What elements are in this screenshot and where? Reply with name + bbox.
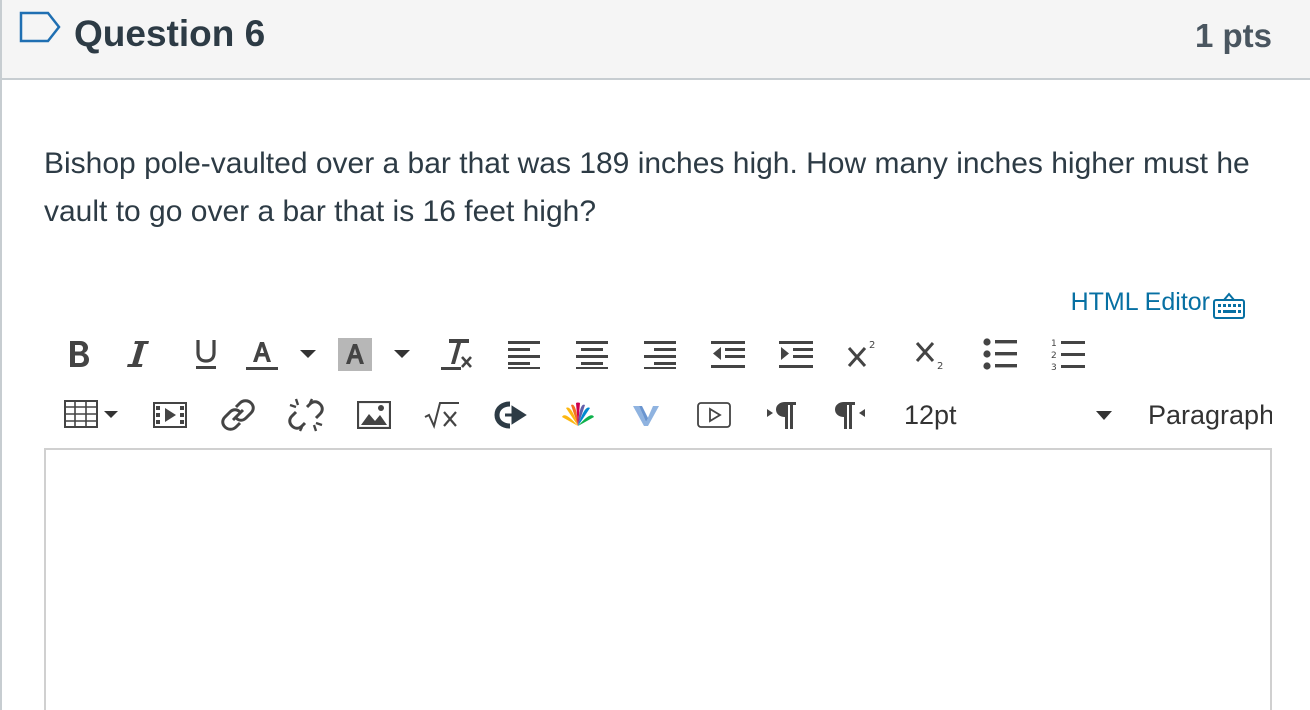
question-text: Bishop pole-vaulted over a bar that was … <box>44 147 1250 228</box>
font-size-value: 12pt <box>904 399 957 430</box>
embed-video-button[interactable] <box>680 393 748 437</box>
bold-icon <box>70 341 89 367</box>
ltr-paragraph-icon <box>767 402 796 429</box>
nbc-learn-icon <box>562 402 594 426</box>
math-equation-button[interactable] <box>408 393 476 437</box>
italic-icon <box>127 341 149 367</box>
question-card: Question 6 1 pts Bishop pole-vaulted ove… <box>0 0 1310 710</box>
italic-button[interactable] <box>104 332 172 376</box>
answer-editor-area[interactable] <box>44 448 1272 710</box>
underline-button[interactable] <box>172 332 240 376</box>
format-value: Paragraph <box>1148 399 1272 430</box>
image-icon <box>357 401 391 429</box>
media-icon <box>153 402 187 428</box>
superscript-icon: 2 <box>847 340 875 367</box>
embed-video-icon <box>697 402 731 428</box>
subscript-icon: 2 <box>915 342 943 371</box>
svg-text:1: 1 <box>1051 339 1057 349</box>
rtl-paragraph-button[interactable] <box>816 393 884 437</box>
font-size-dropdown-icon <box>1096 411 1112 420</box>
bulleted-list-icon <box>983 338 1017 370</box>
text-color-button[interactable] <box>240 332 284 376</box>
html-editor-link[interactable]: HTML Editor <box>1071 284 1246 320</box>
svg-text:3: 3 <box>1051 363 1057 371</box>
editor-toolbar-row-1: 2 2 1 2 3 <box>54 328 1102 380</box>
subscript-button[interactable]: 2 <box>898 332 966 376</box>
align-right-button[interactable] <box>626 332 694 376</box>
table-icon <box>64 400 118 428</box>
align-center-icon <box>576 341 608 369</box>
unlink-icon <box>288 398 324 432</box>
question-header: Question 6 1 pts <box>2 0 1310 80</box>
ltr-paragraph-button[interactable] <box>748 393 816 437</box>
align-left-button[interactable] <box>490 332 558 376</box>
bold-button[interactable] <box>54 332 104 376</box>
bulleted-list-button[interactable] <box>966 332 1034 376</box>
numbered-list-icon: 1 2 3 <box>1051 339 1085 371</box>
align-right-icon <box>644 341 676 369</box>
text-color-dropdown[interactable] <box>284 332 332 376</box>
unlink-button[interactable] <box>272 393 340 437</box>
svg-text:2: 2 <box>937 361 943 371</box>
math-equation-icon <box>424 402 459 429</box>
svg-text:2: 2 <box>869 340 875 351</box>
background-color-dropdown[interactable] <box>378 332 426 376</box>
vimeo-icon <box>633 406 659 426</box>
indent-button[interactable] <box>762 332 830 376</box>
svg-text:2: 2 <box>1051 351 1057 361</box>
nbc-learn-button[interactable] <box>544 393 612 437</box>
font-size-select[interactable]: 12pt <box>904 394 1116 436</box>
background-color-button[interactable] <box>332 332 378 376</box>
clear-formatting-button[interactable] <box>426 332 490 376</box>
editor-toolbar-row-2 <box>54 390 884 440</box>
external-tool-icon <box>494 401 527 429</box>
outdent-button[interactable] <box>694 332 762 376</box>
align-center-button[interactable] <box>558 332 626 376</box>
link-button[interactable] <box>204 393 272 437</box>
keyboard-icon <box>1213 292 1245 319</box>
underline-icon <box>196 340 216 369</box>
align-left-icon <box>508 341 540 369</box>
format-select[interactable]: Paragraph <box>1148 394 1272 436</box>
text-color-dropdown-icon <box>300 350 316 358</box>
text-color-icon <box>246 342 278 370</box>
outdent-icon <box>711 341 745 368</box>
link-icon <box>221 399 255 431</box>
clear-formatting-icon <box>441 339 472 370</box>
image-button[interactable] <box>340 393 408 437</box>
flag-question-icon[interactable] <box>18 10 62 44</box>
vimeo-button[interactable] <box>612 393 680 437</box>
indent-icon <box>779 341 813 368</box>
background-color-dropdown-icon <box>394 350 410 358</box>
html-editor-label: HTML Editor <box>1070 287 1210 316</box>
question-title: Question 6 <box>74 13 266 54</box>
background-color-icon <box>338 338 372 371</box>
rtl-paragraph-icon <box>835 402 865 429</box>
external-tool-button[interactable] <box>476 393 544 437</box>
table-button[interactable] <box>54 393 136 437</box>
superscript-button[interactable]: 2 <box>830 332 898 376</box>
media-button[interactable] <box>136 393 204 437</box>
question-points: 1 pts <box>1194 17 1272 54</box>
numbered-list-button[interactable]: 1 2 3 <box>1034 332 1102 376</box>
